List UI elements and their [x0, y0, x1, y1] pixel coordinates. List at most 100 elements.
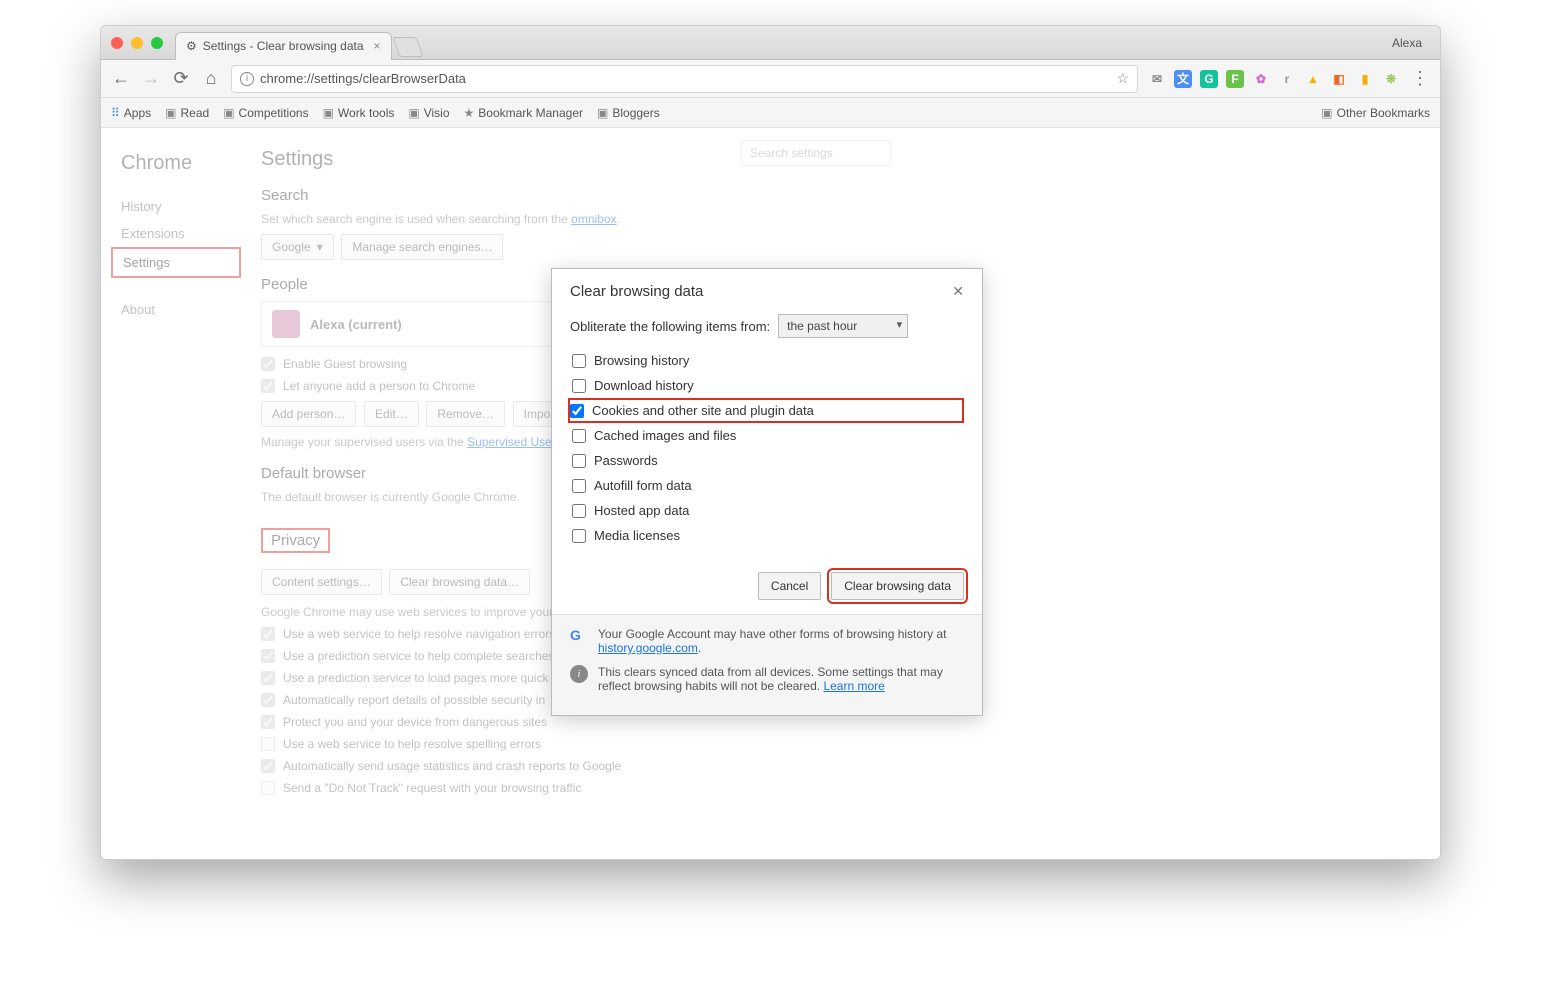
clear-data-option: Cookies and other site and plugin data	[568, 398, 964, 423]
dialog-close-icon[interactable]: ✕	[952, 283, 964, 300]
bookmark-label: Competitions	[239, 106, 309, 120]
folder-icon: ▣	[223, 106, 234, 120]
clear-data-checkbox[interactable]	[572, 479, 586, 493]
chevron-down-icon: ▾	[317, 240, 323, 254]
history-google-link[interactable]: history.google.com	[598, 641, 698, 655]
bookmark-label: Bloggers	[612, 106, 659, 120]
time-range-select[interactable]: the past hour	[778, 314, 908, 338]
clear-data-checkbox[interactable]	[572, 504, 586, 518]
clear-data-option: Download history	[570, 373, 964, 398]
bookmark-folder[interactable]: ★Bookmark Manager	[464, 106, 583, 120]
reload-button[interactable]: ⟳	[171, 68, 191, 89]
apps-shortcut[interactable]: ⠿ Apps	[111, 106, 151, 120]
learn-more-sync-link[interactable]: Learn more	[823, 679, 884, 693]
bookmark-label: Bookmark Manager	[478, 106, 583, 120]
omnibox-link[interactable]: omnibox	[571, 212, 616, 226]
guest-browsing-checkbox[interactable]	[261, 357, 275, 371]
clear-data-option-label: Media licenses	[594, 528, 680, 543]
bookmark-folder[interactable]: ▣Read	[165, 106, 209, 120]
clear-data-checkbox[interactable]	[572, 429, 586, 443]
search-settings-input[interactable]: Search settings	[741, 140, 891, 166]
clear-data-button[interactable]: Clear browsing data	[831, 572, 964, 600]
bookmark-folder[interactable]: ▣Bloggers	[597, 106, 660, 120]
supervised-users-link[interactable]: Supervised Use	[467, 435, 552, 449]
add-person-button[interactable]: Add person…	[261, 401, 356, 427]
privacy-checkbox[interactable]	[261, 671, 275, 685]
drive-icon[interactable]: ▲	[1304, 70, 1322, 88]
bug-icon[interactable]: ❊	[1382, 70, 1400, 88]
site-info-icon[interactable]: i	[240, 72, 254, 86]
sidebar-item-history[interactable]: History	[111, 193, 241, 220]
clear-data-option: Passwords	[570, 448, 964, 473]
google-logo-icon: G	[570, 627, 588, 645]
gear-ext-icon[interactable]: ✿	[1252, 70, 1270, 88]
zoom-window-button[interactable]	[151, 37, 163, 49]
privacy-option-label: Automatically report details of possible…	[283, 693, 545, 707]
clear-data-option-label: Cookies and other site and plugin data	[592, 403, 814, 418]
manage-search-engines-button[interactable]: Manage search engines…	[341, 234, 503, 260]
clear-data-option: Browsing history	[570, 348, 964, 373]
bookmark-folder[interactable]: ▣ Competitions	[223, 106, 308, 120]
flag-icon[interactable]: ◧	[1330, 70, 1348, 88]
forward-button: →	[141, 68, 161, 89]
bookmark-star-icon[interactable]: ☆	[1116, 70, 1129, 87]
back-button[interactable]: ←	[111, 68, 131, 89]
grammarly-icon[interactable]: G	[1200, 70, 1218, 88]
mail-icon[interactable]: ✉	[1148, 70, 1166, 88]
privacy-checkbox[interactable]	[261, 759, 275, 773]
clear-data-option: Hosted app data	[570, 498, 964, 523]
feedly-icon[interactable]: F	[1226, 70, 1244, 88]
sidebar-item-extensions[interactable]: Extensions	[111, 220, 241, 247]
bookmark-folder[interactable]: ▣Work tools	[323, 106, 395, 120]
profile-name[interactable]: Alexa	[1392, 36, 1430, 50]
privacy-option-label: Automatically send usage statistics and …	[283, 759, 621, 773]
privacy-checkbox[interactable]	[261, 693, 275, 707]
cancel-button[interactable]: Cancel	[758, 572, 821, 600]
edit-person-button[interactable]: Edit…	[364, 401, 419, 427]
minimize-window-button[interactable]	[131, 37, 143, 49]
content-settings-button[interactable]: Content settings…	[261, 569, 382, 595]
home-button[interactable]: ⌂	[201, 68, 221, 89]
folder-icon: ▣	[408, 106, 419, 120]
new-tab-button[interactable]	[392, 37, 423, 57]
privacy-checkbox[interactable]	[261, 627, 275, 641]
privacy-checkbox[interactable]	[261, 781, 275, 795]
privacy-option-label: Use a web service to help resolve naviga…	[283, 627, 555, 641]
clear-data-checkbox[interactable]	[572, 379, 586, 393]
anyone-add-person-checkbox[interactable]	[261, 379, 275, 393]
remove-person-button[interactable]: Remove…	[426, 401, 505, 427]
clear-data-option: Cached images and files	[570, 423, 964, 448]
search-engine-select[interactable]: Google ▾	[261, 234, 334, 260]
clear-data-option-label: Download history	[594, 378, 694, 393]
other-bookmarks[interactable]: ▣ Other Bookmarks	[1321, 106, 1430, 120]
clear-browsing-data-dialog: Clear browsing data ✕ Obliterate the fol…	[551, 268, 983, 716]
privacy-option-label: Use a web service to help resolve spelli…	[283, 737, 541, 751]
sidebar-item-settings[interactable]: Settings	[111, 247, 241, 278]
close-window-button[interactable]	[111, 37, 123, 49]
menu-button[interactable]: ⋮	[1410, 68, 1430, 89]
clear-data-option-label: Autofill form data	[594, 478, 692, 493]
bookmark-label: Work tools	[338, 106, 394, 120]
star-icon: ★	[464, 106, 475, 120]
extension-icons: ✉ 文GF ✿ r ▲ ◧ ▮ ❊	[1148, 70, 1400, 88]
translate-icon[interactable]: 文	[1174, 70, 1192, 88]
dialog-title: Clear browsing data	[570, 283, 703, 300]
privacy-option-label: Protect you and your device from dangero…	[283, 715, 547, 729]
privacy-checkbox[interactable]	[261, 737, 275, 751]
omnibox[interactable]: i chrome://settings/clearBrowserData ☆	[231, 65, 1138, 93]
clear-data-checkbox[interactable]	[572, 354, 586, 368]
other-bookmarks-label: Other Bookmarks	[1337, 106, 1430, 120]
clear-data-checkbox[interactable]	[570, 404, 584, 418]
privacy-checkbox[interactable]	[261, 715, 275, 729]
brand-heading: Chrome	[111, 152, 241, 175]
r-icon[interactable]: r	[1278, 70, 1296, 88]
sidebar-item-about[interactable]: About	[111, 296, 241, 323]
analytics-icon[interactable]: ▮	[1356, 70, 1374, 88]
clear-browsing-data-button[interactable]: Clear browsing data…	[389, 569, 530, 595]
browser-tab[interactable]: ⚙ Settings - Clear browsing data ×	[175, 32, 392, 60]
clear-data-checkbox[interactable]	[572, 454, 586, 468]
bookmark-folder[interactable]: ▣Visio	[408, 106, 449, 120]
close-tab-icon[interactable]: ×	[374, 39, 381, 53]
privacy-checkbox[interactable]	[261, 649, 275, 663]
clear-data-checkbox[interactable]	[572, 529, 586, 543]
